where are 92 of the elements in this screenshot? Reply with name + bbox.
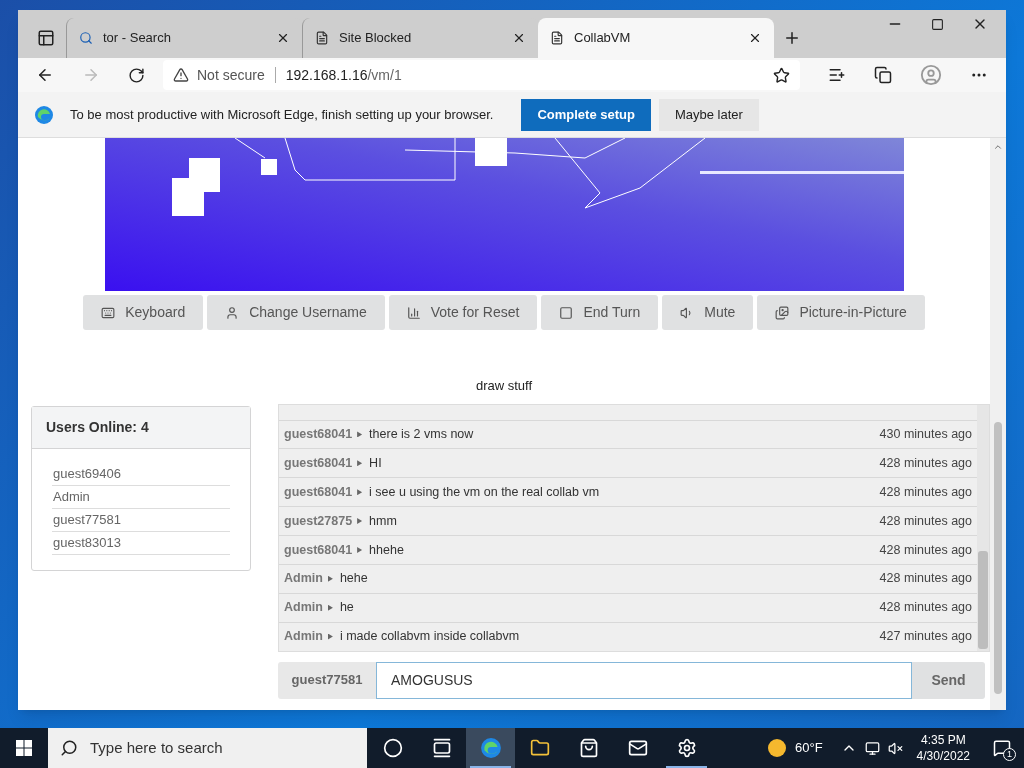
tab-title: tor - Search xyxy=(103,29,172,48)
chat-username: Admin xyxy=(284,599,323,617)
vm-button[interactable]: Keyboard xyxy=(83,295,204,330)
chat-input[interactable]: AMOGUSUS xyxy=(376,661,912,699)
back-icon[interactable] xyxy=(36,66,54,84)
chat-time: 428 minutes ago xyxy=(879,512,972,530)
user-item[interactable]: guest83013 xyxy=(52,531,230,555)
swirl-icon xyxy=(34,104,54,125)
tab-actions-icon[interactable] xyxy=(37,29,55,47)
chat-message: hhehe xyxy=(369,541,405,559)
settings-icon xyxy=(676,738,697,758)
chat-message: i made collabvm inside collabvm xyxy=(339,628,521,646)
new-tab-icon[interactable] xyxy=(783,29,801,47)
chat-username: guest68041 xyxy=(284,454,353,472)
vm-button[interactable]: End Turn xyxy=(541,295,659,330)
taskbar-search-field[interactable]: Type here to search xyxy=(48,728,367,768)
tab-title: Site Blocked xyxy=(339,29,413,48)
maximize-icon[interactable] xyxy=(931,18,944,31)
profile-icon[interactable] xyxy=(920,64,942,86)
page-icon xyxy=(550,31,564,45)
search-icon xyxy=(79,31,93,45)
vm-button[interactable]: Mute xyxy=(662,295,754,330)
favorites-icon[interactable] xyxy=(828,66,846,84)
button-icon xyxy=(559,305,574,320)
vm-button[interactable]: Change Username xyxy=(207,295,385,330)
weather-text: 60°F xyxy=(795,739,823,758)
clock-time: 4:35 PM xyxy=(920,732,966,748)
windows-icon[interactable] xyxy=(16,740,32,756)
warning-icon xyxy=(173,67,189,83)
close-icon[interactable] xyxy=(748,31,762,45)
chat-message: i see u using the vm on the real collab vm xyxy=(369,483,601,501)
notification-count: 1 xyxy=(1003,748,1016,761)
send-button[interactable]: Send xyxy=(912,661,985,699)
close-icon[interactable] xyxy=(512,31,526,45)
chat-username: guest68041 xyxy=(284,541,353,559)
notification-icon[interactable] xyxy=(993,739,1011,757)
url-text: 192.168.1.16/vm/1 xyxy=(285,65,402,85)
chat-username: guest68041 xyxy=(284,483,353,501)
chat-username: guest68041 xyxy=(284,426,353,444)
browser-tab[interactable]: CollabVM xyxy=(538,18,774,58)
swirl-icon xyxy=(479,737,502,759)
chat-username: guest27875 xyxy=(284,512,353,530)
chat-message: HI xyxy=(369,454,383,472)
network-icon[interactable] xyxy=(864,740,880,756)
panel-title: Users Online: 4 xyxy=(46,417,149,437)
chat-time: 428 minutes ago xyxy=(879,454,972,472)
address-field[interactable]: Not secure 192.168.1.16/vm/1 xyxy=(163,60,800,90)
button-icon xyxy=(406,305,421,320)
dismiss-button[interactable]: Maybe later xyxy=(658,98,759,131)
scroll-up-icon[interactable] xyxy=(993,142,1003,152)
clock-date: 4/30/2022 xyxy=(916,748,970,764)
chat-message: hehe xyxy=(339,570,369,588)
search-icon xyxy=(60,739,78,757)
folder-icon xyxy=(529,738,550,758)
user-item[interactable]: guest69406 xyxy=(52,462,230,486)
chat-message: he xyxy=(339,599,355,617)
speaker-icon[interactable] xyxy=(887,740,903,756)
page-icon xyxy=(315,31,329,45)
scrollbar-thumb[interactable] xyxy=(994,422,1002,694)
vm-title: draw stuff xyxy=(475,377,533,395)
user-item[interactable]: guest77581 xyxy=(52,508,230,532)
button-icon xyxy=(225,305,240,320)
envelope-icon xyxy=(627,738,648,758)
scrollbar-thumb[interactable] xyxy=(978,550,988,649)
chat-time: 428 minutes ago xyxy=(879,541,972,559)
button-icon xyxy=(101,305,116,320)
info-message: To be most productive with Microsoft Edge, finish setting up your browser. xyxy=(70,105,494,124)
chat-time: 428 minutes ago xyxy=(879,599,972,617)
button-icon xyxy=(775,305,790,320)
chat-message: there is 2 vms now xyxy=(369,426,475,444)
complete-setup-button[interactable]: Complete setup xyxy=(521,98,651,131)
chat-time: 430 minutes ago xyxy=(879,426,972,444)
sun-icon xyxy=(767,738,787,758)
tab-title: CollabVM xyxy=(574,29,632,48)
chat-time: 428 minutes ago xyxy=(879,570,972,588)
chat-time: 427 minutes ago xyxy=(879,628,972,646)
chat-username: Admin xyxy=(284,628,323,646)
circle-icon xyxy=(382,738,403,758)
chat-message: hmm xyxy=(369,512,398,530)
security-label: Not secure xyxy=(197,65,265,85)
user-item[interactable]: Admin xyxy=(52,485,230,509)
vm-button[interactable]: Picture-in-Picture xyxy=(757,295,925,330)
chat-username: Admin xyxy=(284,570,323,588)
reload-icon[interactable] xyxy=(128,66,145,84)
chat-username: guest77581 xyxy=(278,661,376,699)
vm-button[interactable]: Vote for Reset xyxy=(388,295,538,330)
bag-icon xyxy=(578,738,599,758)
close-icon[interactable] xyxy=(276,31,290,45)
collections-icon[interactable] xyxy=(874,66,892,84)
favorite-add-icon[interactable] xyxy=(773,66,790,84)
chat-time: 428 minutes ago xyxy=(879,483,972,501)
task-view-icon xyxy=(431,738,452,758)
